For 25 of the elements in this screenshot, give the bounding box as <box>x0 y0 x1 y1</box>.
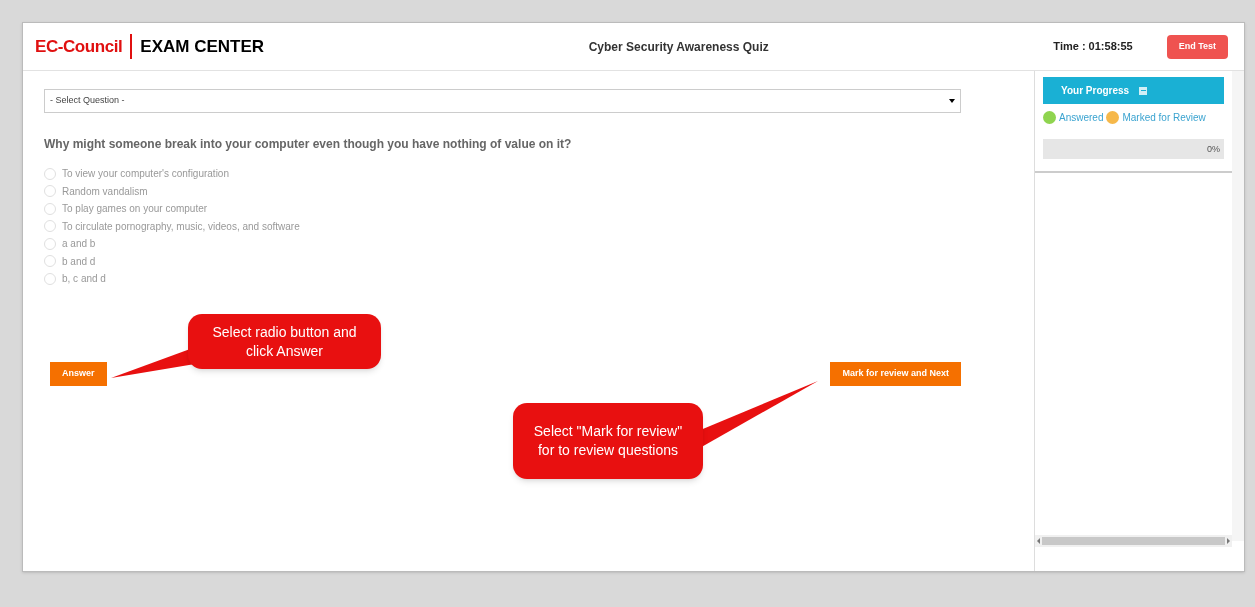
timer: Time : 01:58:55 <box>1053 39 1133 55</box>
progress-reading: 0% <box>1207 143 1220 156</box>
answer-button[interactable]: Answer <box>50 361 107 386</box>
option-label: Random vandalism <box>62 184 148 199</box>
option-label: b and d <box>62 254 96 269</box>
mark-for-review-button[interactable]: Mark for review and Next <box>830 361 961 386</box>
horizontal-scrollbar[interactable] <box>1035 535 1232 547</box>
callout: Select radio button and click Answer <box>188 314 381 369</box>
quiz-title: Cyber Security Awareness Quiz <box>588 38 769 56</box>
option-label: a and b <box>62 237 96 252</box>
option-label: To play games on your computer <box>62 202 208 217</box>
legend-label: Answered <box>1059 111 1104 125</box>
caret-icon <box>949 99 955 103</box>
option-label: To view your computer's configuration <box>62 167 229 182</box>
callout: Select "Mark for review" for to review questions <box>513 403 703 479</box>
collapse-icon[interactable] <box>1139 86 1148 95</box>
progress-title: Your Progress <box>1061 84 1130 98</box>
question-text: Why might someone break into your computer even though you have nothing of value on it? <box>44 136 573 153</box>
brand-logo: EC-Council <box>35 33 133 60</box>
end-test-button[interactable]: End Test <box>1166 34 1228 59</box>
question-dropdown[interactable]: - Select Question - <box>44 89 961 113</box>
option-label: To circulate pornography, music, videos, and software <box>62 219 300 234</box>
legend-label: Marked for Review <box>1122 111 1206 125</box>
option-label: b, c and d <box>62 272 106 287</box>
product-name: EXAM CENTER <box>139 35 265 58</box>
